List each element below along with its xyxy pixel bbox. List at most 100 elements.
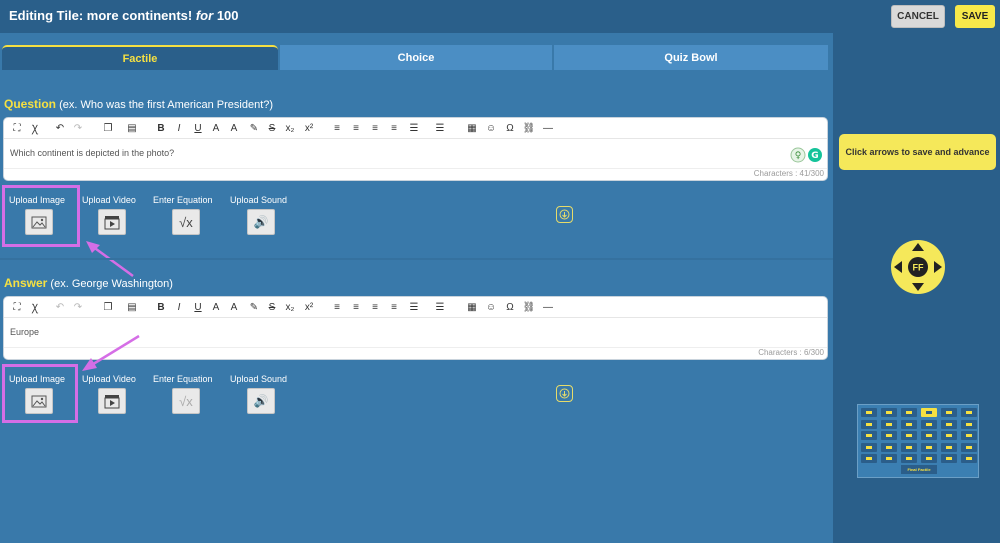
tab-choice[interactable]: Choice	[280, 45, 552, 70]
upload-video-button[interactable]	[98, 388, 126, 414]
text-color-icon[interactable]: A	[209, 121, 223, 135]
mini-board-cell[interactable]	[861, 431, 877, 440]
mini-board-cell[interactable]	[881, 454, 897, 463]
copy-icon[interactable]: ❐	[101, 300, 115, 314]
text-color-icon[interactable]: A	[209, 300, 223, 314]
question-text[interactable]: Which continent is depicted in the photo…	[10, 148, 174, 158]
align-center-icon[interactable]: ≡	[349, 121, 363, 135]
remove-format-icon[interactable]: Ꭓ	[28, 300, 42, 314]
undo-icon[interactable]: ↶	[53, 300, 67, 314]
mini-board-cell[interactable]	[961, 431, 977, 440]
align-center-icon[interactable]: ≡	[349, 300, 363, 314]
grammarly-icon[interactable]: ♀ G	[790, 147, 824, 163]
superscript-icon[interactable]: x²	[302, 121, 316, 135]
mini-board-cell[interactable]	[921, 442, 937, 452]
mini-board-cell[interactable]	[961, 454, 977, 463]
mini-board-cell[interactable]	[921, 419, 937, 429]
tab-quiz-bowl[interactable]: Quiz Bowl	[554, 45, 828, 70]
align-right-icon[interactable]: ≡	[368, 121, 382, 135]
special-char-icon[interactable]: Ω	[503, 121, 517, 135]
mini-board-cell[interactable]	[901, 431, 917, 440]
align-right-icon[interactable]: ≡	[368, 300, 382, 314]
bg-color-icon[interactable]: A	[227, 300, 241, 314]
remove-format-icon[interactable]: Ꭓ	[28, 121, 42, 135]
mini-board-cell[interactable]	[881, 431, 897, 440]
align-justify-icon[interactable]: ≡	[387, 300, 401, 314]
horizontal-rule-icon[interactable]: —	[541, 121, 555, 135]
mini-board-cell[interactable]	[861, 454, 877, 463]
tab-factile[interactable]: Factile	[2, 45, 278, 70]
subscript-icon[interactable]: x₂	[283, 300, 297, 314]
strikethrough-icon[interactable]: S	[265, 121, 279, 135]
mini-board-cell[interactable]	[901, 442, 917, 452]
paste-icon[interactable]: ▤	[125, 300, 139, 314]
mini-board-cell[interactable]	[941, 419, 957, 429]
undo-icon[interactable]: ↶	[53, 121, 67, 135]
mini-board-cell[interactable]	[921, 431, 937, 440]
fullscreen-icon[interactable]: ⛶	[10, 300, 24, 314]
underline-icon[interactable]: U	[191, 121, 205, 135]
mini-board-cell[interactable]	[881, 419, 897, 429]
bulleted-list-icon[interactable]: ☰	[433, 121, 447, 135]
subscript-icon[interactable]: x₂	[283, 121, 297, 135]
highlighter-icon[interactable]: ✎	[247, 121, 261, 135]
mini-board-cell[interactable]	[961, 442, 977, 452]
table-icon[interactable]: ▦	[465, 121, 479, 135]
mini-board-cell[interactable]	[901, 408, 917, 417]
link-icon[interactable]: ⛓	[522, 121, 536, 135]
table-icon[interactable]: ▦	[465, 300, 479, 314]
mini-board-cell[interactable]	[861, 442, 877, 452]
mini-board-cell[interactable]	[941, 454, 957, 463]
emoji-icon[interactable]: ☺	[484, 121, 498, 135]
mini-board-cell[interactable]	[881, 442, 897, 452]
bold-icon[interactable]: B	[154, 300, 168, 314]
enter-equation-button[interactable]: √x	[172, 388, 200, 414]
cancel-button[interactable]: CANCEL	[891, 5, 945, 28]
mini-board-cell[interactable]	[921, 408, 937, 417]
upload-video-button[interactable]	[98, 209, 126, 235]
mini-board-cell[interactable]	[901, 454, 917, 463]
align-justify-icon[interactable]: ≡	[387, 121, 401, 135]
numbered-list-icon[interactable]: ☰	[407, 121, 421, 135]
save-button[interactable]: SAVE	[955, 5, 995, 28]
upload-image-button[interactable]	[25, 209, 53, 235]
bg-color-icon[interactable]: A	[227, 121, 241, 135]
mini-final-factile[interactable]: Final Factile	[901, 465, 937, 474]
mini-game-board[interactable]: Final Factile	[857, 404, 979, 478]
mini-board-cell[interactable]	[961, 419, 977, 429]
mini-board-cell[interactable]	[921, 454, 937, 463]
fullscreen-icon[interactable]: ⛶	[10, 121, 24, 135]
redo-icon[interactable]: ↷	[71, 121, 85, 135]
mini-board-cell[interactable]	[901, 419, 917, 429]
italic-icon[interactable]: I	[172, 300, 186, 314]
mini-board-cell[interactable]	[941, 431, 957, 440]
mini-board-cell[interactable]	[941, 442, 957, 452]
copy-icon[interactable]: ❐	[101, 121, 115, 135]
mini-board-cell[interactable]	[961, 408, 977, 417]
mini-board-cell[interactable]	[881, 408, 897, 417]
bold-icon[interactable]: B	[154, 121, 168, 135]
superscript-icon[interactable]: x²	[302, 300, 316, 314]
mini-board-cell[interactable]	[941, 408, 957, 417]
upload-image-button[interactable]	[25, 388, 53, 414]
mini-board-cell[interactable]	[861, 419, 877, 429]
align-left-icon[interactable]: ≡	[330, 121, 344, 135]
bulleted-list-icon[interactable]: ☰	[433, 300, 447, 314]
numbered-list-icon[interactable]: ☰	[407, 300, 421, 314]
answer-expand-button[interactable]	[556, 385, 573, 402]
italic-icon[interactable]: I	[172, 121, 186, 135]
question-editor[interactable]: ⛶ Ꭓ ↶ ↷ ❐ ▤ B I U A A ✎ S x₂ x² ≡ ≡ ≡ ≡ …	[3, 117, 828, 181]
paste-icon[interactable]: ▤	[125, 121, 139, 135]
arrow-nav-control[interactable]: FF	[890, 239, 946, 295]
answer-text[interactable]: Europe	[10, 327, 39, 337]
upload-sound-button[interactable]: 🔊	[247, 388, 275, 414]
upload-sound-button[interactable]: 🔊	[247, 209, 275, 235]
strikethrough-icon[interactable]: S	[265, 300, 279, 314]
special-char-icon[interactable]: Ω	[503, 300, 517, 314]
enter-equation-button[interactable]: √x	[172, 209, 200, 235]
align-left-icon[interactable]: ≡	[330, 300, 344, 314]
mini-board-cell[interactable]	[861, 408, 877, 417]
emoji-icon[interactable]: ☺	[484, 300, 498, 314]
highlighter-icon[interactable]: ✎	[247, 300, 261, 314]
underline-icon[interactable]: U	[191, 300, 205, 314]
